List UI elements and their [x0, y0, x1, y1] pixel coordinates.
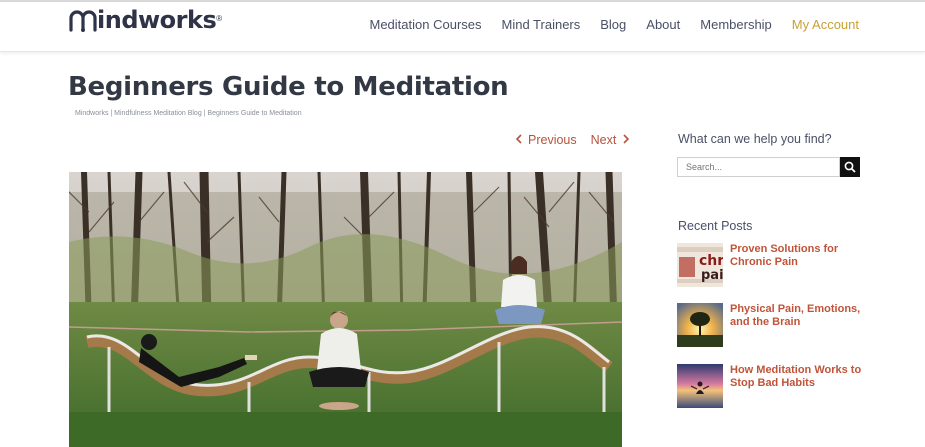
search-heading: What can we help you find? — [678, 132, 832, 146]
logo-registered: ® — [216, 13, 223, 23]
recent-post-title[interactable]: Proven Solutions for Chronic Pain — [730, 243, 865, 269]
thumb-word-2: pai — [701, 268, 723, 283]
next-post-link[interactable]: Next — [591, 133, 631, 147]
logo-text: indworks — [97, 6, 217, 34]
nav-meditation-courses[interactable]: Meditation Courses — [370, 17, 482, 33]
featured-image — [69, 172, 622, 447]
nav-about[interactable]: About — [646, 17, 680, 33]
main-nav: Meditation Courses Mind Trainers Blog Ab… — [350, 17, 860, 33]
breadcrumb[interactable]: Mindworks | Mindfulness Meditation Blog … — [75, 110, 302, 117]
park-meditation-photo — [69, 172, 622, 447]
nav-membership[interactable]: Membership — [700, 17, 772, 33]
nav-my-account[interactable]: My Account — [792, 17, 859, 33]
thumb-word-1: chro — [699, 253, 723, 269]
search-button[interactable] — [840, 157, 860, 177]
logo-mark-icon — [69, 10, 97, 32]
previous-label: Previous — [528, 133, 577, 147]
chevron-left-icon — [515, 133, 523, 147]
page-title: Beginners Guide to Meditation — [68, 72, 509, 102]
search-form — [677, 157, 860, 177]
chevron-right-icon — [622, 133, 630, 147]
recent-post-title[interactable]: Physical Pain, Emotions, and the Brain — [730, 303, 865, 329]
nav-blog[interactable]: Blog — [600, 17, 626, 33]
recent-post-item[interactable]: How Meditation Works to Stop Bad Habits — [677, 364, 867, 410]
search-icon — [844, 161, 856, 173]
search-input[interactable] — [677, 157, 840, 177]
previous-post-link[interactable]: Previous — [515, 133, 577, 147]
post-thumbnail-physical-pain[interactable] — [677, 303, 723, 347]
post-thumbnail-chronic-pain[interactable]: chro pai — [677, 243, 723, 287]
post-thumbnail-bad-habits[interactable] — [677, 364, 723, 408]
site-header: indworks ® Meditation Courses Mind Traine… — [0, 2, 925, 52]
recent-post-item[interactable]: Physical Pain, Emotions, and the Brain — [677, 303, 867, 349]
recent-post-title[interactable]: How Meditation Works to Stop Bad Habits — [730, 364, 865, 390]
recent-post-item[interactable]: chro pai Proven Solutions for Chronic Pa… — [677, 243, 867, 289]
nav-mind-trainers[interactable]: Mind Trainers — [502, 17, 581, 33]
recent-posts-heading: Recent Posts — [678, 219, 753, 233]
logo[interactable]: indworks ® — [68, 4, 222, 36]
next-label: Next — [590, 133, 617, 147]
post-navigation: Previous Next — [515, 133, 630, 147]
